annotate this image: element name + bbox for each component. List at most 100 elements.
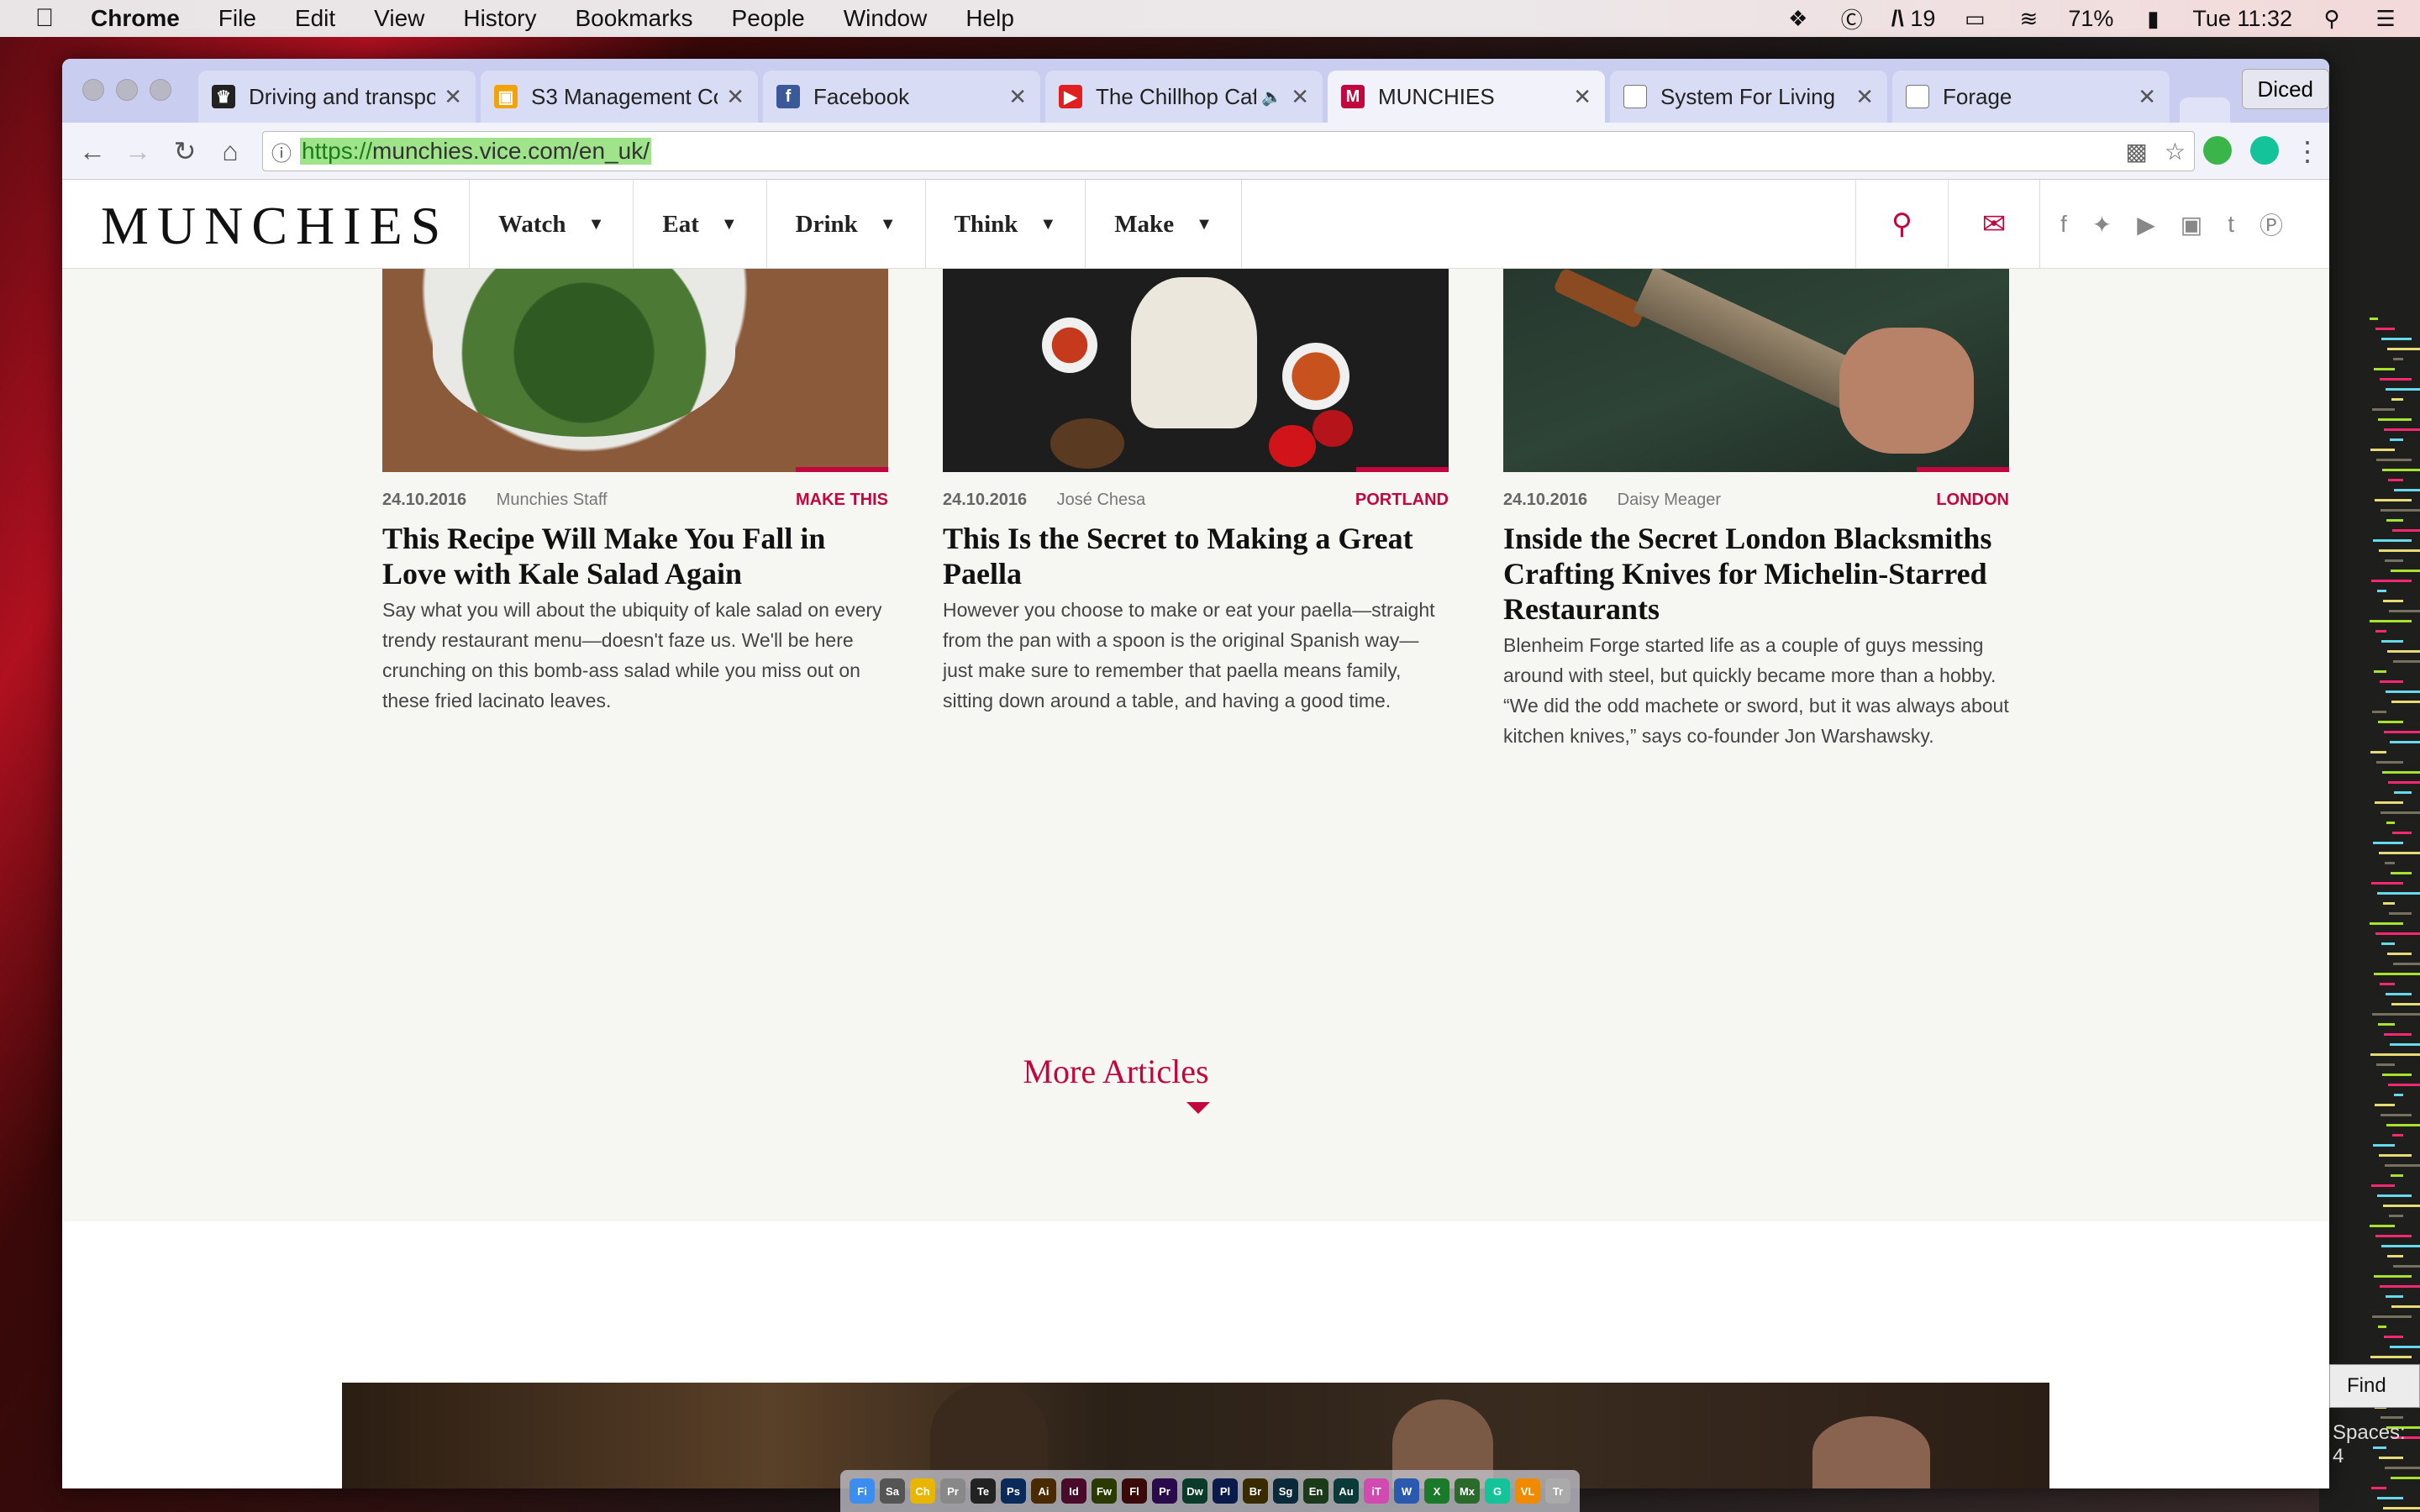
back-icon[interactable]: ← (76, 134, 109, 168)
close-tab-icon[interactable]: ✕ (1008, 84, 1027, 110)
article-title[interactable]: This Recipe Will Make You Fall in Love w… (382, 521, 888, 591)
nav-drink[interactable]: Drink ▼ (765, 180, 925, 269)
more-articles-link[interactable]: More Articles (990, 1052, 1242, 1091)
tumblr-icon[interactable]: t (2228, 211, 2234, 238)
dock-app-icon[interactable]: G (1485, 1478, 1510, 1504)
article-tag[interactable]: LONDON (1936, 491, 2009, 510)
dock-app-icon[interactable]: VL (1515, 1478, 1540, 1504)
dock-app-icon[interactable]: iT (1364, 1478, 1389, 1504)
menu-view[interactable]: View (374, 5, 424, 32)
minimize-window-icon[interactable] (116, 79, 138, 101)
nav-think[interactable]: Think ▼ (924, 180, 1086, 269)
article-image-paella-ingredients[interactable] (943, 269, 1449, 472)
dock-app-icon[interactable]: Id (1061, 1478, 1086, 1504)
article-author[interactable]: José Chesa (1057, 491, 1146, 509)
close-tab-icon[interactable]: ✕ (726, 84, 744, 110)
extension-power-icon[interactable] (2203, 136, 2232, 165)
close-tab-icon[interactable]: ✕ (444, 84, 462, 110)
editor-status-spaces[interactable]: Spaces: 4 (2333, 1421, 2420, 1468)
close-tab-icon[interactable]: ✕ (1573, 84, 1591, 110)
dock-app-icon[interactable]: En (1303, 1478, 1328, 1504)
dock-app-icon[interactable]: Fl (1122, 1478, 1147, 1504)
shield-s-icon[interactable]: Ⓒ (1838, 6, 1866, 33)
dock-app-icon[interactable]: Pl (1213, 1478, 1238, 1504)
dock-app-icon[interactable]: Pr (940, 1478, 965, 1504)
tab-driving[interactable]: ♛ Driving and transpo ✕ (198, 71, 476, 123)
notification-center-icon[interactable]: ☰ (2371, 6, 2400, 31)
wifi-icon[interactable]: ≋ (2014, 6, 2043, 31)
nav-make[interactable]: Make ▼ (1085, 180, 1242, 269)
url-text[interactable]: https://munchies.vice.com/en_uk/ (300, 138, 651, 165)
tab-forage[interactable]: Forage ✕ (1892, 71, 2170, 123)
article-card[interactable]: 24.10.2016 Munchies Staff MAKE THIS This… (382, 269, 888, 711)
article-author[interactable]: Daisy Meager (1618, 491, 1721, 509)
menu-people[interactable]: People (732, 5, 805, 32)
dock-app-icon[interactable]: Fw (1092, 1478, 1117, 1504)
info-icon[interactable]: ⓘ (263, 137, 300, 166)
dock-app-icon[interactable]: Dw (1182, 1478, 1207, 1504)
menu-edit[interactable]: Edit (295, 5, 335, 32)
article-image-kale-salad[interactable] (382, 269, 888, 472)
menu-window[interactable]: Window (844, 5, 928, 32)
close-tab-icon[interactable]: ✕ (2138, 84, 2156, 110)
blocked-content-icon[interactable]: ▩ (2125, 138, 2147, 165)
address-bar[interactable]: ⓘ https://munchies.vice.com/en_uk/ ▩ ☆ (262, 131, 2195, 171)
dock-app-icon[interactable]: Ai (1031, 1478, 1056, 1504)
menu-app-name[interactable]: Chrome (91, 5, 180, 32)
youtube-icon[interactable]: ▶ (2137, 211, 2155, 239)
tab-chillhop[interactable]: ▶ The Chillhop Cafe 🔈 ✕ (1045, 71, 1323, 123)
dock-app-icon[interactable]: Br (1243, 1478, 1268, 1504)
battery-icon[interactable]: ▮ (2139, 6, 2167, 31)
tab-s3[interactable]: ▣ S3 Management Co ✕ (481, 71, 758, 123)
tab-munchies[interactable]: M MUNCHIES ✕ (1328, 71, 1605, 123)
nav-eat[interactable]: Eat ▼ (633, 180, 765, 269)
munchies-logo[interactable]: MUNCHIES (101, 195, 449, 257)
star-icon[interactable]: ☆ (2165, 138, 2186, 165)
home-icon[interactable]: ⌂ (213, 134, 247, 168)
airplay-icon[interactable]: ▭ (1960, 6, 1989, 31)
dock-app-icon[interactable]: Mx (1455, 1478, 1480, 1504)
article-title[interactable]: This Is the Secret to Making a Great Pae… (943, 521, 1449, 591)
close-tab-icon[interactable]: ✕ (1855, 84, 1874, 110)
apple-icon[interactable]:  (20, 4, 69, 33)
tab-system-for-living[interactable]: System For Living ✕ (1610, 71, 1887, 123)
article-card[interactable]: 24.10.2016 Daisy Meager LONDON Inside th… (1503, 269, 2009, 747)
menu-bookmarks[interactable]: Bookmarks (575, 5, 692, 32)
dock-app-icon[interactable]: W (1394, 1478, 1419, 1504)
nav-watch[interactable]: Watch ▼ (469, 180, 633, 269)
menu-file[interactable]: File (218, 5, 256, 32)
speaker-icon[interactable]: 🔈 (1261, 87, 1282, 108)
instagram-icon[interactable]: ▣ (2181, 211, 2202, 239)
tab-facebook[interactable]: f Facebook ✕ (763, 71, 1040, 123)
adobe-badge[interactable]: /\ 19 (1891, 6, 1936, 32)
article-author[interactable]: Munchies Staff (497, 491, 608, 509)
menu-help[interactable]: Help (965, 5, 1014, 32)
caret-down-icon[interactable] (1186, 1102, 1210, 1114)
forward-icon[interactable]: → (121, 134, 155, 168)
article-title[interactable]: Inside the Secret London Blacksmiths Cra… (1503, 521, 2009, 627)
twitter-icon[interactable]: ✦ (2092, 211, 2112, 239)
grammarly-icon[interactable] (2250, 136, 2279, 165)
close-window-icon[interactable] (82, 79, 104, 101)
pinterest-icon[interactable]: Ⓟ (2260, 207, 2283, 241)
article-card[interactable]: 24.10.2016 José Chesa PORTLAND This Is t… (943, 269, 1449, 711)
find-button[interactable]: Find (2329, 1364, 2420, 1408)
close-tab-icon[interactable]: ✕ (1291, 84, 1309, 110)
profile-button[interactable]: Diced (2241, 69, 2329, 109)
spotlight-icon[interactable]: ⚲ (2317, 6, 2346, 31)
newsletter-envelope-icon[interactable]: ✉ (1948, 180, 2040, 269)
facebook-icon[interactable]: f (2060, 211, 2067, 238)
battery-percent[interactable]: 71% (2068, 6, 2113, 32)
new-tab-button[interactable] (2180, 97, 2230, 123)
article-tag[interactable]: MAKE THIS (796, 491, 888, 510)
dock-app-icon[interactable]: Sg (1273, 1478, 1298, 1504)
dock-app-icon[interactable]: X (1424, 1478, 1449, 1504)
reload-icon[interactable]: ↻ (168, 134, 202, 168)
dock-app-icon[interactable]: Ps (1001, 1478, 1026, 1504)
dock-app-icon[interactable]: Pr (1152, 1478, 1177, 1504)
dock-app-icon[interactable]: Au (1334, 1478, 1359, 1504)
dock-app-icon[interactable]: Te (971, 1478, 996, 1504)
menu-history[interactable]: History (463, 5, 536, 32)
site-search-icon[interactable]: ⚲ (1855, 180, 1948, 269)
article-tag[interactable]: PORTLAND (1355, 491, 1449, 510)
